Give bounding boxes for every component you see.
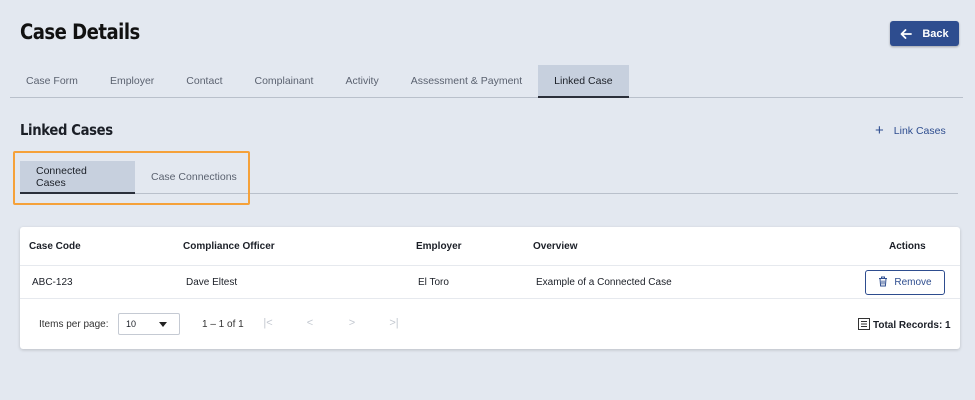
col-actions: Actions: [889, 240, 926, 252]
link-cases-label: Link Cases: [893, 125, 946, 137]
col-overview: Overview: [533, 240, 578, 252]
section-title: Linked Cases: [20, 121, 113, 139]
col-compliance-officer: Compliance Officer: [183, 240, 275, 252]
prev-page-icon[interactable]: <: [303, 316, 317, 330]
tab-employer[interactable]: Employer: [94, 65, 170, 97]
plus-icon: +: [875, 122, 884, 139]
tab-case-form[interactable]: Case Form: [10, 65, 94, 97]
total-records-label: Total Records: 1: [873, 320, 951, 331]
tab-assessment-payment[interactable]: Assessment & Payment: [395, 65, 538, 97]
tab-activity[interactable]: Activity: [329, 65, 394, 97]
tab-linked-case[interactable]: Linked Case: [538, 65, 629, 98]
cell-overview: Example of a Connected Case: [536, 276, 672, 288]
items-per-page-label: Items per page:: [39, 319, 109, 330]
remove-button-label: Remove: [894, 277, 932, 288]
case-tabs: Case Form Employer Contact Complainant A…: [10, 65, 963, 98]
table-header: Case Code Compliance Officer Employer Ov…: [20, 227, 960, 265]
items-per-page-value: 10: [126, 319, 137, 329]
linked-case-subtabs: Connected Cases Case Connections: [20, 161, 958, 194]
trash-icon: [878, 276, 888, 290]
list-icon: [858, 318, 870, 333]
paginator: Items per page: 10 1 – 1 of 1 |< < > >| …: [20, 299, 960, 349]
col-case-code: Case Code: [29, 240, 81, 252]
subtab-connected-cases[interactable]: Connected Cases: [20, 161, 135, 194]
back-button[interactable]: Back: [890, 21, 959, 46]
cell-compliance-officer: Dave Eltest: [186, 276, 238, 288]
caret-down-icon: [159, 322, 167, 327]
remove-button[interactable]: Remove: [865, 270, 945, 295]
col-employer: Employer: [416, 240, 462, 252]
last-page-icon[interactable]: >|: [387, 316, 401, 330]
first-page-icon[interactable]: |<: [261, 316, 275, 330]
connected-cases-table: Case Code Compliance Officer Employer Ov…: [20, 227, 960, 349]
tab-complainant[interactable]: Complainant: [238, 65, 329, 97]
cell-case-code: ABC-123: [32, 276, 73, 288]
back-button-label: Back: [922, 27, 949, 40]
page-title: Case Details: [20, 20, 140, 44]
next-page-icon[interactable]: >: [345, 316, 359, 330]
cell-employer: El Toro: [418, 276, 449, 288]
subtab-case-connections[interactable]: Case Connections: [135, 161, 253, 193]
page-range: 1 – 1 of 1: [202, 319, 244, 330]
table-row: ABC-123 Dave Eltest El Toro Example of a…: [20, 265, 960, 299]
items-per-page-select[interactable]: 10: [118, 313, 180, 335]
tab-contact[interactable]: Contact: [170, 65, 238, 97]
total-records: Total Records: 1: [858, 318, 951, 333]
link-cases-button[interactable]: + Link Cases: [875, 122, 946, 139]
arrow-left-icon: [900, 28, 913, 39]
